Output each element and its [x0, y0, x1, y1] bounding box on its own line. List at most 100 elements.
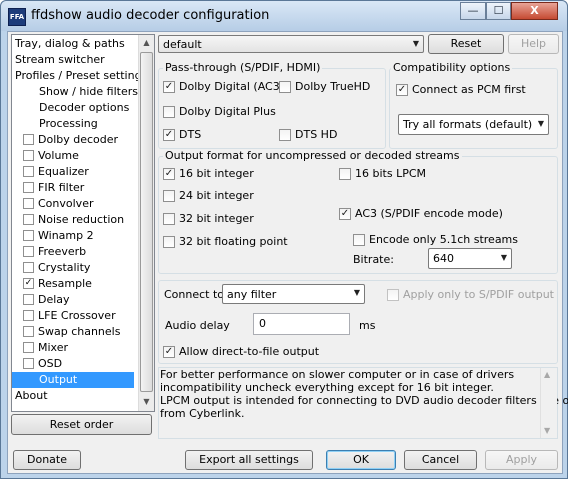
title-bar[interactable]: FFA ffdshow audio decoder configuration … — [1, 1, 567, 31]
scroll-down-arrow-icon[interactable]: ▼ — [140, 394, 153, 410]
ffdshow-app-icon: FFA — [8, 8, 26, 26]
checkbox-box: ✓ — [163, 81, 175, 93]
sidebar-item-label: Output — [39, 373, 78, 386]
scroll-up-arrow-icon[interactable]: ▲ — [544, 370, 550, 379]
checkbox-box: ✓ — [163, 168, 175, 180]
audio-delay-input[interactable]: 0 — [253, 313, 350, 335]
sidebar-item[interactable]: FIR filter — [12, 180, 139, 196]
preset-select[interactable]: default ▼ — [158, 35, 424, 53]
checkbox-box — [163, 213, 175, 225]
sidebar-item[interactable]: Show / hide filters — [12, 84, 139, 100]
preset-select-value: default — [163, 38, 202, 51]
sidebar-item[interactable]: Decoder options — [12, 100, 139, 116]
sidebar-item[interactable]: Dolby decoder — [12, 132, 139, 148]
checkbox-box — [353, 234, 365, 246]
sidebar-item[interactable]: Noise reduction — [12, 212, 139, 228]
sidebar-item-checkbox[interactable] — [23, 134, 34, 145]
checkbox-box — [387, 289, 399, 301]
info-line: incompatibility uncheck everything excep… — [160, 381, 494, 394]
sidebar-item-checkbox[interactable] — [23, 166, 34, 177]
donate-button[interactable]: Donate — [13, 450, 81, 470]
sidebar-item[interactable]: Stream switcher — [12, 52, 139, 68]
checkbox-box: ✓ — [163, 346, 175, 358]
apply-button[interactable]: Apply — [485, 450, 558, 470]
sidebar-item-label: Profiles / Preset settings — [15, 69, 148, 82]
sidebar-item-label: OSD — [38, 357, 63, 370]
checkbox-box — [279, 81, 291, 93]
sidebar-scrollbar[interactable]: ▲ ▼ — [138, 35, 154, 411]
help-button[interactable]: Help — [508, 34, 559, 54]
sidebar-item-checkbox[interactable] — [23, 326, 34, 337]
connect-to-select[interactable]: any filter ▼ — [222, 284, 365, 304]
bitrate-select-value: 640 — [433, 252, 454, 265]
reset-button[interactable]: Reset — [428, 34, 504, 54]
sidebar-item[interactable]: Delay — [12, 292, 139, 308]
sidebar-item[interactable]: Swap channels — [12, 324, 139, 340]
chevron-down-icon: ▼ — [412, 39, 419, 48]
sidebar-item[interactable]: Mixer — [12, 340, 139, 356]
sidebar-item-label: Resample — [38, 277, 92, 290]
scroll-up-arrow-icon[interactable]: ▲ — [140, 35, 153, 51]
sidebar-item[interactable]: Convolver — [12, 196, 139, 212]
sidebar-item-label: Volume — [38, 149, 79, 162]
sidebar-item[interactable]: Volume — [12, 148, 139, 164]
sidebar-item[interactable]: Output — [12, 372, 134, 388]
sidebar-item-checkbox[interactable] — [23, 230, 34, 241]
sidebar-item[interactable]: Equalizer — [12, 164, 139, 180]
sidebar-item[interactable]: OSD — [12, 356, 139, 372]
checkbox-box — [163, 190, 175, 202]
formats-select[interactable]: Try all formats (default) ▼ — [398, 114, 549, 135]
sidebar-item-checkbox[interactable] — [23, 310, 34, 321]
sidebar-item[interactable]: About — [12, 388, 139, 404]
sidebar-item-checkbox[interactable] — [23, 358, 34, 369]
minimize-button[interactable]: — — [460, 2, 486, 20]
sidebar-item-checkbox[interactable] — [23, 150, 34, 161]
sidebar-item-label: Crystality — [38, 261, 91, 274]
sidebar-item[interactable]: Processing — [12, 116, 139, 132]
sidebar-item-checkbox[interactable] — [23, 246, 34, 257]
sidebar-item[interactable]: ✓ Resample — [12, 276, 139, 292]
connect-to-label: Connect to: — [164, 288, 228, 301]
sidebar-item[interactable]: Freeverb — [12, 244, 139, 260]
export-settings-button[interactable]: Export all settings — [185, 450, 313, 470]
sidebar-item[interactable]: Tray, dialog & paths — [12, 36, 139, 52]
sidebar-item[interactable]: Profiles / Preset settings — [12, 68, 147, 84]
bitrate-select[interactable]: 640 ▼ — [428, 248, 512, 269]
info-scrollbar[interactable]: ▲ ▼ — [540, 368, 557, 438]
compatibility-group-title: Compatibility options — [391, 61, 513, 74]
sidebar-item-checkbox[interactable] — [23, 262, 34, 273]
ac3-encode-label: AC3 (S/PDIF encode mode) — [355, 207, 503, 220]
close-button[interactable]: X — [511, 2, 558, 20]
sidebar-item-label: LFE Crossover — [38, 309, 116, 322]
settings-tree-list[interactable]: About Output OSD Mixer Swap channels LFE Cros… — [11, 34, 155, 412]
reset-order-button[interactable]: Reset order — [11, 414, 152, 435]
sidebar-item-label: Show / hide filters — [39, 85, 138, 98]
output-format-group-title: Output format for uncompressed or decode… — [163, 149, 462, 162]
sidebar-item-checkbox[interactable] — [23, 198, 34, 209]
sidebar-item-checkbox[interactable] — [23, 342, 34, 353]
sidebar-item-label: Winamp 2 — [38, 229, 94, 242]
dialog-window: FFA ffdshow audio decoder configuration … — [0, 0, 568, 479]
scroll-thumb[interactable] — [140, 52, 153, 392]
sidebar-item-label: Freeverb — [38, 245, 87, 258]
checkbox-box: ✓ — [163, 129, 175, 141]
sidebar-item-label: Processing — [39, 117, 98, 130]
scroll-down-arrow-icon[interactable]: ▼ — [544, 426, 550, 435]
sidebar-item-checkbox[interactable]: ✓ — [23, 278, 34, 289]
sidebar-item-checkbox[interactable] — [23, 294, 34, 305]
ok-button[interactable]: OK — [326, 450, 396, 470]
sidebar-item-checkbox[interactable] — [23, 214, 34, 225]
chevron-down-icon: ▼ — [500, 253, 507, 262]
cancel-button[interactable]: Cancel — [404, 450, 477, 470]
sidebar-item[interactable]: Winamp 2 — [12, 228, 139, 244]
info-line: LPCM output is intended for connecting t… — [160, 394, 568, 407]
passthrough-group-title: Pass-through (S/PDIF, HDMI) — [163, 61, 323, 74]
sidebar-item-checkbox[interactable] — [23, 182, 34, 193]
connect-as-pcm-label: Connect as PCM first — [412, 83, 526, 96]
maximize-button[interactable]: ☐ — [486, 2, 511, 20]
sidebar-item-label: Dolby decoder — [38, 133, 119, 146]
sidebar-item[interactable]: LFE Crossover — [12, 308, 139, 324]
sidebar-item[interactable]: Crystality — [12, 260, 139, 276]
direct-file-label: Allow direct-to-file output — [179, 345, 320, 358]
dialog-client-area: About Output OSD Mixer Swap channels LFE Cros… — [7, 31, 568, 474]
